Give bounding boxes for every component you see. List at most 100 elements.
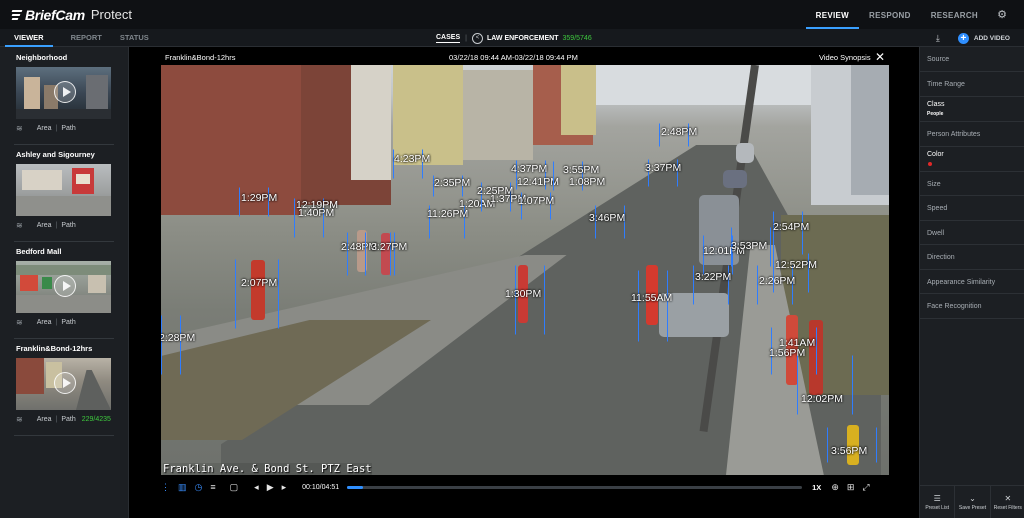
play-icon[interactable]: [54, 275, 76, 297]
area-link[interactable]: Area: [37, 319, 52, 326]
detection-timestamp[interactable]: 3:37PM: [645, 162, 681, 174]
video-name: Franklin&Bond-12hrs: [165, 53, 236, 62]
video-thumbnail[interactable]: [16, 164, 111, 216]
detection-timestamp[interactable]: 4:23PM: [394, 153, 430, 165]
area-link[interactable]: Area: [37, 416, 52, 423]
law-enforcement-label[interactable]: LAW ENFORCEMENT: [487, 35, 559, 42]
filter-source[interactable]: Source: [920, 47, 1024, 72]
detection-timestamp[interactable]: 12:52PM: [775, 259, 817, 271]
video-item-ashley-sigourney[interactable]: Ashley and Sigourney ≋ Area | Path: [0, 144, 129, 241]
video-title: Neighborhood: [16, 53, 68, 62]
gear-icon[interactable]: ⚙: [994, 0, 1010, 29]
filter-face-recognition[interactable]: Face Recognition: [920, 294, 1024, 319]
next-icon[interactable]: ▸: [282, 482, 287, 493]
filter-time-range[interactable]: Time Range: [920, 72, 1024, 97]
video-item-bedford-mall[interactable]: Bedford Mall ≋ Area | Path: [0, 241, 129, 338]
previous-icon[interactable]: ◂: [254, 482, 259, 493]
add-video-icon[interactable]: +: [957, 32, 969, 44]
filter-color[interactable]: Color: [920, 147, 1024, 172]
reset-filters-button[interactable]: ✕ Reset Filters: [991, 486, 1024, 518]
filter-panel: Source Time Range Class People Person At…: [919, 47, 1024, 518]
save-preset-button[interactable]: ⌄ Save Preset: [955, 486, 991, 518]
detection-timestamp[interactable]: 3:46PM: [589, 212, 625, 224]
detection-box[interactable]: [638, 270, 668, 342]
playback-time: 00:10/04:51: [302, 483, 340, 491]
tab-viewer[interactable]: VIEWER: [5, 29, 53, 47]
detection-timestamp[interactable]: 1:29PM: [241, 192, 277, 204]
zoom-icon[interactable]: ⊕: [831, 482, 839, 493]
crop-icon[interactable]: ⊞: [847, 482, 855, 493]
building: [161, 65, 301, 215]
detection-timestamp[interactable]: 1:08PM: [569, 176, 605, 188]
tab-status[interactable]: STATUS: [120, 29, 149, 47]
area-link[interactable]: Area: [37, 222, 52, 229]
detection-timestamp[interactable]: 1:07PM: [518, 195, 554, 207]
progress-bar[interactable]: [347, 485, 803, 489]
filter-direction[interactable]: Direction: [920, 245, 1024, 270]
detection-timestamp[interactable]: 2:48PM: [661, 126, 697, 138]
filter-value: People: [927, 111, 944, 117]
fullscreen-icon[interactable]: ⤢: [862, 482, 869, 493]
nav-research[interactable]: RESEARCH: [921, 0, 988, 29]
close-icon[interactable]: ✕: [875, 50, 885, 64]
filter-lines-icon[interactable]: ≡: [210, 482, 215, 492]
area-link[interactable]: Area: [37, 125, 52, 132]
play-icon[interactable]: [54, 81, 76, 103]
video-frame[interactable]: 1:29PM 12:19PM 1:40PM 4:23PM 2:35PM 11:2…: [161, 65, 889, 475]
grid-icon[interactable]: ▥: [178, 482, 187, 493]
video-thumbnail[interactable]: [16, 67, 111, 119]
detection-timestamp[interactable]: 12:02PM: [801, 393, 843, 405]
detection-timestamp[interactable]: 3:22PM: [695, 271, 731, 283]
video-item-neighborhood[interactable]: Neighborhood ≋ Area | Path: [0, 47, 129, 144]
clock-icon[interactable]: ◷: [195, 482, 203, 493]
path-link[interactable]: Path: [61, 222, 75, 229]
filter-class[interactable]: Class People: [920, 97, 1024, 122]
download-icon[interactable]: ⤓: [932, 32, 944, 44]
filter-label: Face Recognition: [927, 303, 982, 310]
nav-review[interactable]: REVIEW: [805, 0, 860, 29]
play-icon[interactable]: ▶: [267, 482, 274, 493]
filter-person-attributes[interactable]: Person Attributes: [920, 122, 1024, 147]
detection-timestamp[interactable]: 3:56PM: [831, 445, 867, 457]
nav-respond[interactable]: RESPOND: [859, 0, 921, 29]
detection-timestamp[interactable]: 1:40PM: [298, 207, 334, 219]
path-link[interactable]: Path: [61, 416, 75, 423]
detection-box[interactable]: [365, 232, 395, 276]
detection-box[interactable]: [797, 355, 853, 415]
detection-timestamp[interactable]: 3:55PM: [563, 164, 599, 176]
filter-size[interactable]: Size: [920, 172, 1024, 196]
detection-box[interactable]: [773, 211, 803, 255]
detection-box[interactable]: [515, 265, 545, 335]
detection-timestamp[interactable]: 4:37PM: [511, 163, 547, 175]
video-item-franklin-bond[interactable]: Franklin&Bond-12hrs ≋ Area | Path 229/42…: [0, 338, 129, 435]
preset-list-button[interactable]: ☰ Preset List: [920, 486, 956, 518]
brand-name: BriefCam: [25, 6, 85, 23]
playback-speed[interactable]: 1X: [812, 483, 821, 492]
detection-timestamp[interactable]: 2:35PM: [434, 177, 470, 189]
detection-timestamp[interactable]: 2:54PM: [773, 221, 809, 233]
filter-dwell[interactable]: Dwell: [920, 221, 1024, 245]
detection-timestamp[interactable]: 2:28PM: [161, 332, 195, 344]
video-meta: ≋ Area | Path: [16, 221, 76, 230]
tab-report[interactable]: REPORT: [71, 29, 102, 47]
save-icon: ⌄: [969, 493, 976, 503]
detection-timestamp[interactable]: 3:53PM: [731, 240, 767, 252]
cases-link[interactable]: CASES: [436, 34, 461, 43]
detection-timestamp[interactable]: 3:27PM: [371, 241, 407, 253]
filter-appearance-similarity[interactable]: Appearance Similarity: [920, 270, 1024, 294]
path-link[interactable]: Path: [61, 319, 75, 326]
add-video-button[interactable]: ADD VIDEO: [974, 35, 1010, 42]
detection-timestamp[interactable]: 11:55AM: [631, 292, 672, 304]
detection-timestamp[interactable]: 1:30PM: [505, 288, 541, 300]
detection-box[interactable]: [235, 259, 279, 329]
detection-timestamp[interactable]: 2:07PM: [241, 277, 277, 289]
video-thumbnail[interactable]: [16, 358, 111, 410]
detection-box[interactable]: [161, 315, 181, 375]
path-link[interactable]: Path: [61, 125, 75, 132]
play-icon[interactable]: [54, 372, 76, 394]
building: [851, 65, 889, 195]
video-thumbnail[interactable]: [16, 261, 111, 313]
more-icon[interactable]: ⋮: [161, 482, 170, 493]
frame-icon[interactable]: ▢: [230, 482, 239, 493]
filter-speed[interactable]: Speed: [920, 196, 1024, 221]
